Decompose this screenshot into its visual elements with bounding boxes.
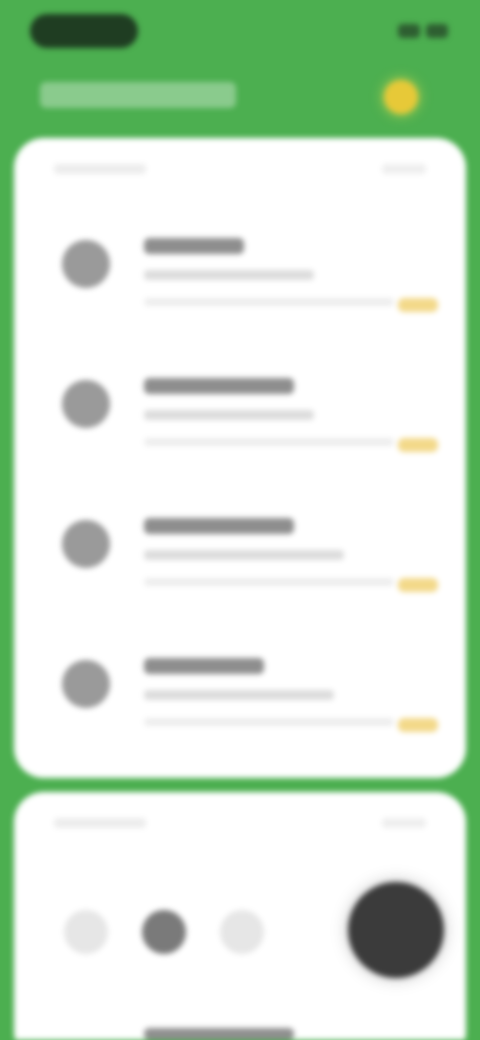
item-subtitle — [144, 270, 314, 280]
item-title — [144, 378, 294, 394]
list-item[interactable] — [14, 338, 466, 468]
signal-icon — [398, 24, 420, 38]
list-item[interactable] — [14, 198, 466, 328]
card-header — [54, 160, 426, 180]
rating-badge — [398, 578, 438, 592]
floating-action-button[interactable] — [348, 882, 444, 978]
avatar — [62, 240, 110, 288]
app-screen — [0, 0, 480, 1040]
list-item[interactable] — [14, 478, 466, 608]
rating-badge — [398, 718, 438, 732]
bottom-card — [14, 792, 466, 1040]
item-meta — [144, 298, 394, 306]
card-header — [54, 814, 426, 834]
see-all-link[interactable] — [382, 818, 426, 828]
avatar — [62, 520, 110, 568]
circle-icon[interactable] — [220, 910, 264, 954]
icon-row — [64, 910, 264, 954]
card-header-label — [54, 164, 146, 174]
item-meta — [144, 578, 394, 586]
rating-badge — [398, 298, 438, 312]
section-title — [144, 1028, 294, 1040]
status-pill — [30, 14, 138, 48]
avatar — [62, 380, 110, 428]
see-all-link[interactable] — [382, 164, 426, 174]
status-icons — [398, 24, 448, 38]
item-title — [144, 658, 264, 674]
item-title — [144, 238, 244, 254]
item-subtitle — [144, 550, 344, 560]
status-bar — [0, 0, 480, 60]
item-subtitle — [144, 410, 314, 420]
item-meta — [144, 718, 394, 726]
item-meta — [144, 438, 394, 446]
list-item[interactable] — [14, 618, 466, 748]
battery-icon — [426, 24, 448, 38]
avatar — [62, 660, 110, 708]
notification-icon[interactable] — [384, 80, 418, 114]
header — [0, 60, 480, 136]
page-title — [40, 82, 236, 108]
circle-icon[interactable] — [142, 910, 186, 954]
circle-icon[interactable] — [64, 910, 108, 954]
item-title — [144, 518, 294, 534]
card-header-label — [54, 818, 146, 828]
rating-badge — [398, 438, 438, 452]
item-subtitle — [144, 690, 334, 700]
list-card — [14, 138, 466, 778]
